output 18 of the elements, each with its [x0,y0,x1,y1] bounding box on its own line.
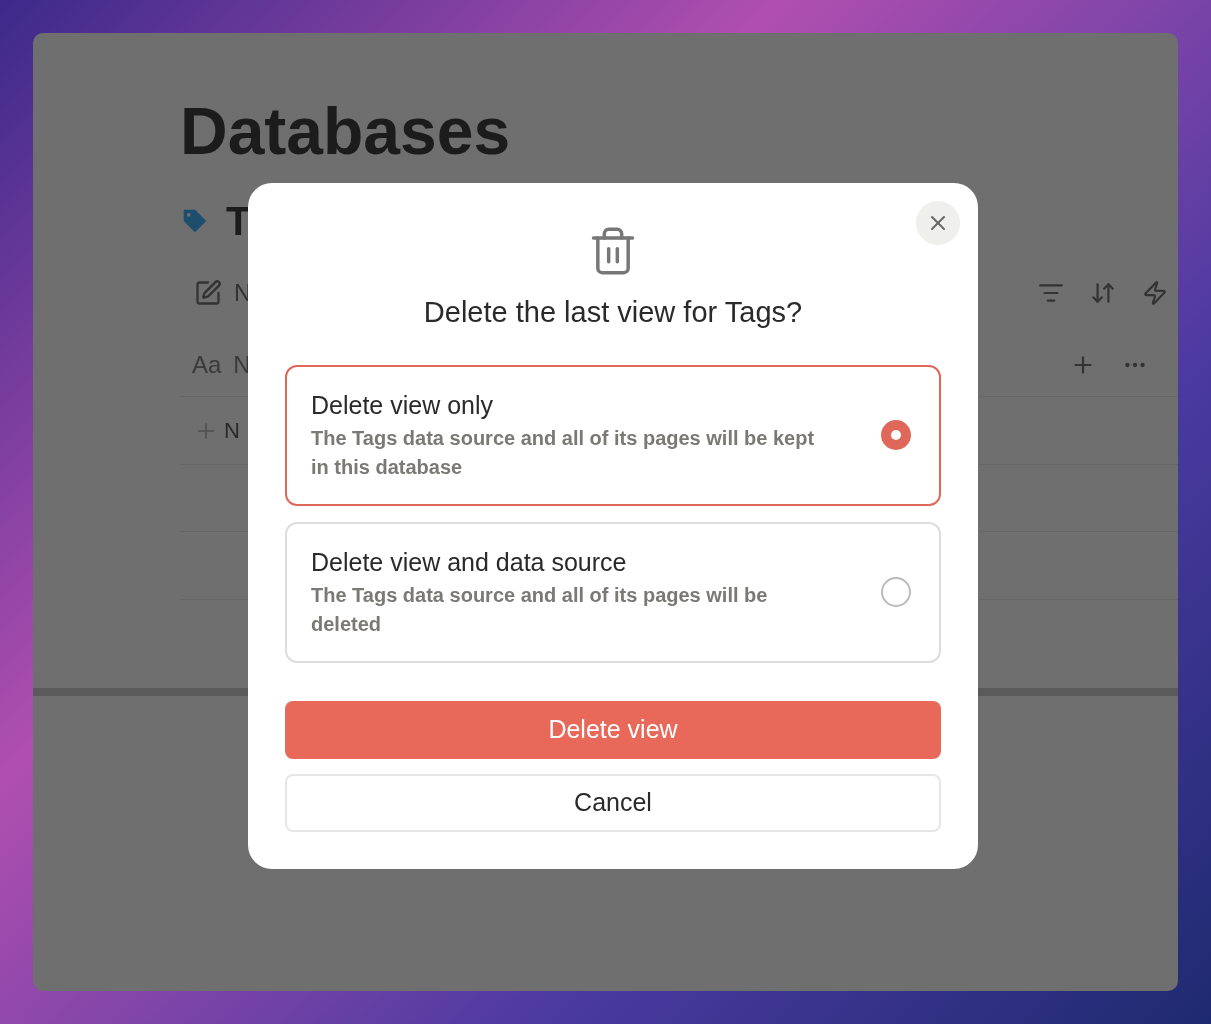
option-title: Delete view only [311,390,495,421]
delete-view-button[interactable]: Delete view [285,700,941,759]
page-title: Databases [180,93,512,170]
dialog-title: Delete the last view for Tags? [423,295,803,330]
close-button[interactable] [916,201,960,245]
option-description: The Tags data source and all of its pages will be deleted [311,583,769,637]
radio-button[interactable] [881,420,911,450]
cancel-button[interactable]: Cancel [285,773,941,832]
radio-button[interactable] [881,577,911,607]
option-card[interactable]: Delete view and data source The Tags data source and all of its pages will be deleted [285,521,941,663]
lightning-icon[interactable] [1142,280,1168,306]
option-title: Delete view and data source [311,547,628,578]
option-card[interactable]: Delete view only The Tags data source and all of its pages will be kept in this database [285,364,941,506]
option-description: The Tags data source and all of its pages will be kept in this database [311,426,816,480]
sort-icon[interactable] [1090,280,1116,306]
database-title: T [226,198,251,245]
new-row[interactable]: N [224,414,240,447]
edit-icon[interactable] [194,279,222,307]
